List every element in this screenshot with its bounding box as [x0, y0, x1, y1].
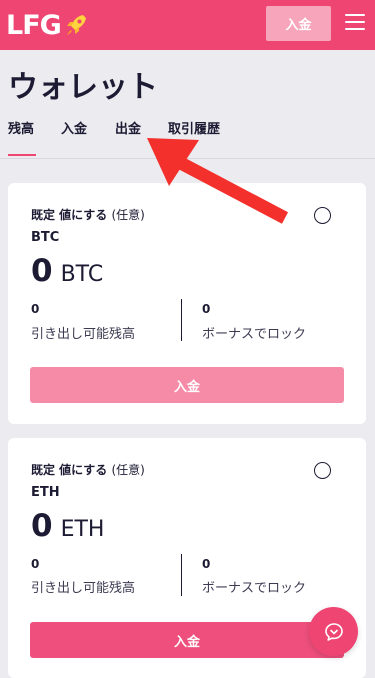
header-deposit-button[interactable]: 入金 — [266, 6, 331, 41]
set-default-label: 既定 値にする (任意) — [31, 206, 145, 223]
set-default-text: 既定 値にする — [31, 463, 108, 477]
withdrawable-value: 0 — [31, 302, 40, 316]
deposit-button[interactable]: 入金 — [30, 622, 344, 658]
coin-code: ETH — [31, 485, 60, 500]
tab-deposit[interactable]: 入金 — [61, 118, 87, 156]
rocket-icon — [66, 15, 86, 35]
balance-value: 0 — [31, 253, 53, 289]
bonus-label: ボーナスでロック — [202, 327, 307, 342]
top-bar: LFG 入金 — [0, 0, 375, 50]
bonus-value: 0 — [202, 302, 211, 316]
optional-text: (任意) — [111, 208, 145, 222]
withdrawable-value: 0 — [31, 557, 40, 571]
chat-support-icon — [324, 622, 343, 641]
balance-amount: 0 BTC — [31, 253, 103, 289]
hamburger-menu-icon[interactable] — [345, 14, 365, 32]
withdrawable-label: 引き出し可能残高 — [31, 581, 136, 596]
balance-value: 0 — [31, 508, 53, 544]
deposit-button[interactable]: 入金 — [30, 367, 344, 403]
coin-code: BTC — [31, 230, 60, 245]
withdrawable-label: 引き出し可能残高 — [31, 327, 136, 342]
tab-withdraw[interactable]: 出金 — [115, 118, 141, 156]
set-default-label: 既定 値にする (任意) — [31, 461, 145, 478]
page-title: ウォレット — [8, 70, 158, 105]
optional-text: (任意) — [111, 463, 145, 477]
balance-amount: 0 ETH — [31, 508, 104, 544]
tab-balance[interactable]: 残高 — [8, 118, 37, 156]
chat-support-button[interactable] — [309, 607, 358, 656]
set-default-text: 既定 値にする — [31, 208, 108, 222]
balance-currency: BTC — [60, 262, 104, 287]
logo[interactable]: LFG — [6, 7, 89, 43]
default-radio[interactable] — [314, 207, 331, 224]
balance-currency: ETH — [60, 517, 105, 542]
bonus-label: ボーナスでロック — [202, 581, 307, 596]
vertical-divider — [181, 299, 182, 341]
vertical-divider — [181, 554, 182, 596]
default-radio[interactable] — [314, 462, 331, 479]
logo-text: LFG — [6, 9, 62, 41]
bonus-value: 0 — [202, 557, 211, 571]
red-arrow-annotation — [147, 138, 289, 224]
